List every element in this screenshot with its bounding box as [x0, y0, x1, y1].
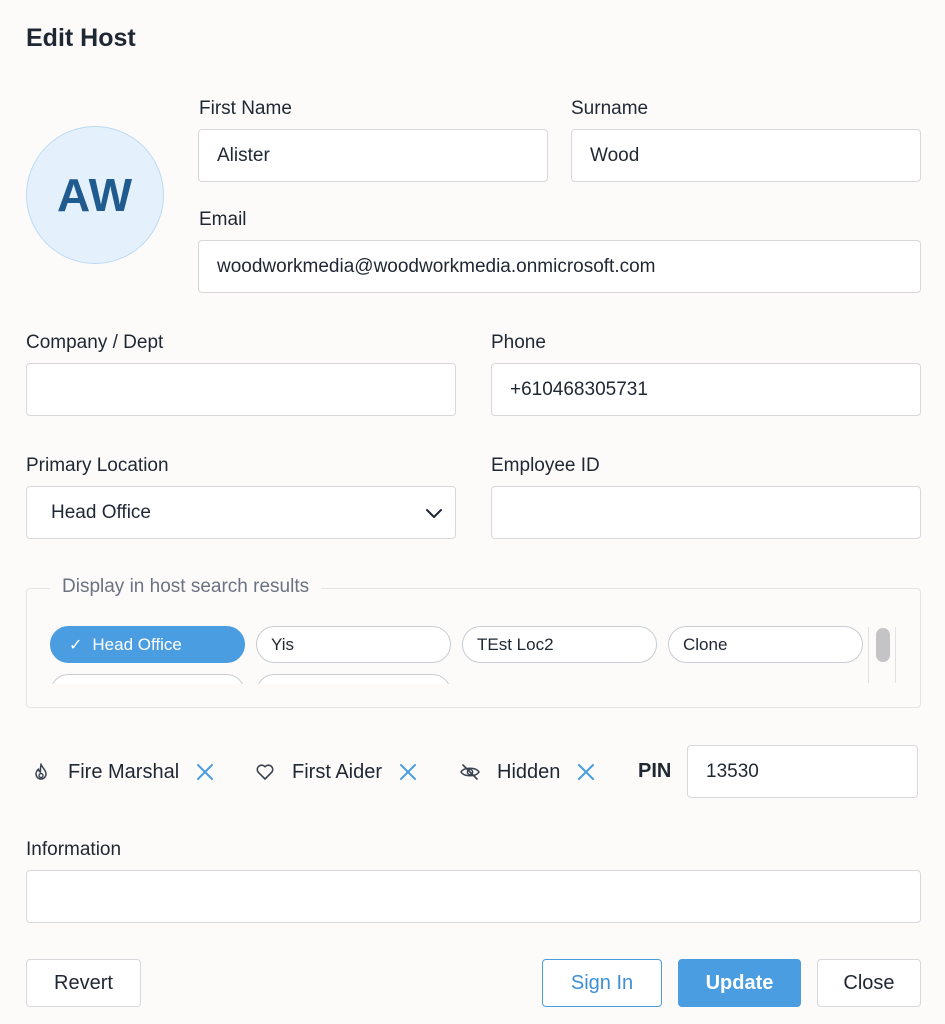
surname-field[interactable]: Wood — [571, 129, 921, 182]
dialog-title: Edit Host — [26, 24, 136, 52]
close-icon[interactable] — [195, 762, 215, 782]
update-button[interactable]: Update — [678, 959, 801, 1007]
hidden-label: Hidden — [497, 760, 561, 783]
location-chip-list[interactable]: ✓ Head Office Yis TEst Loc2 Clone — [48, 624, 868, 684]
information-field[interactable] — [26, 870, 921, 923]
pin-field[interactable]: 13530 — [687, 745, 918, 798]
location-chip-partial[interactable] — [50, 674, 245, 684]
location-chip-label: Clone — [683, 634, 728, 654]
first-name-field[interactable]: Alister — [198, 129, 548, 182]
location-chip-label: Yis — [271, 634, 294, 654]
fire-marshal-flag: Fire Marshal — [30, 757, 215, 787]
fire-marshal-label: Fire Marshal — [68, 760, 180, 783]
check-icon: ✓ — [69, 636, 83, 654]
first-aider-flag: First Aider — [254, 757, 418, 787]
company-label: Company / Dept — [26, 332, 164, 353]
surname-label: Surname — [571, 98, 649, 119]
location-chip-clone[interactable]: Clone — [668, 626, 863, 663]
heart-icon — [254, 761, 276, 783]
chevron-down-icon — [423, 502, 445, 524]
information-label: Information — [26, 839, 122, 860]
primary-location-value: Head Office — [51, 501, 151, 523]
primary-location-select[interactable]: Head Office — [26, 486, 456, 539]
close-icon[interactable] — [398, 762, 418, 782]
employee-id-field[interactable] — [491, 486, 921, 539]
pin-label: PIN — [638, 760, 672, 782]
company-field[interactable] — [26, 363, 456, 416]
scrollbar-thumb[interactable] — [876, 628, 890, 662]
location-chip-label: Head Office — [92, 634, 182, 654]
location-chip-yis[interactable]: Yis — [256, 626, 451, 663]
revert-button[interactable]: Revert — [26, 959, 141, 1007]
phone-label: Phone — [491, 332, 546, 353]
sign-in-button[interactable]: Sign In — [542, 959, 662, 1007]
first-name-label: First Name — [199, 98, 292, 119]
primary-location-label: Primary Location — [26, 455, 169, 476]
location-chip-test-loc2[interactable]: TEst Loc2 — [462, 626, 657, 663]
eye-off-icon — [459, 761, 481, 783]
avatar: AW — [26, 126, 164, 264]
close-icon[interactable] — [576, 762, 596, 782]
phone-field[interactable]: +610468305731 — [491, 363, 921, 416]
location-chip-label: TEst Loc2 — [477, 634, 554, 654]
location-chip-partial[interactable] — [256, 674, 451, 684]
email-field[interactable]: woodworkmedia@woodworkmedia.onmicrosoft.… — [198, 240, 921, 293]
flame-icon — [30, 761, 52, 783]
location-chip-head-office[interactable]: ✓ Head Office — [50, 626, 245, 663]
employee-id-label: Employee ID — [491, 455, 600, 476]
hidden-flag: Hidden — [459, 757, 596, 787]
host-search-legend: Display in host search results — [50, 576, 322, 598]
first-aider-label: First Aider — [292, 760, 383, 783]
email-label: Email — [199, 209, 247, 230]
close-button[interactable]: Close — [817, 959, 921, 1007]
